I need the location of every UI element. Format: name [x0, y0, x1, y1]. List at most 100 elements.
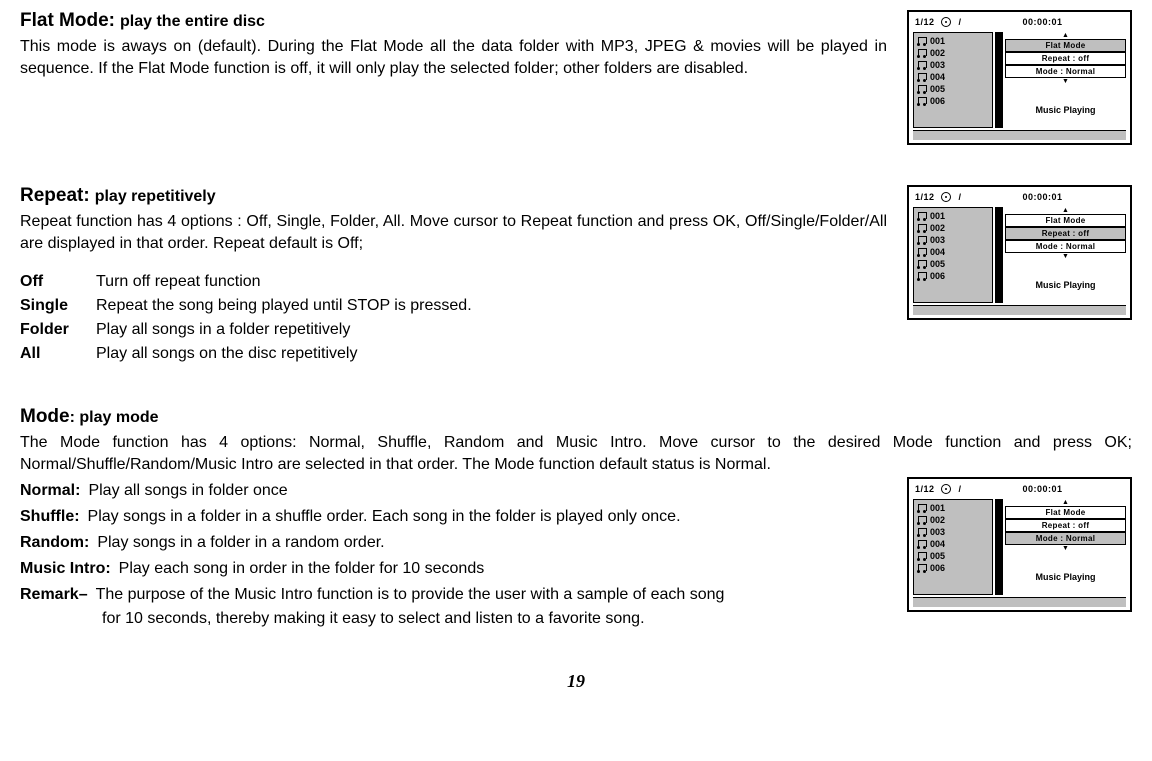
list-item[interactable]: 002 — [914, 514, 992, 526]
list-item[interactable]: 001 — [914, 210, 992, 222]
menu-repeat[interactable]: Repeat : off — [1005, 227, 1126, 240]
mode-option-label: Music Intro: — [20, 557, 111, 581]
mode-option-value: Play all songs in folder once — [88, 479, 287, 503]
progress-bar[interactable] — [913, 130, 1126, 140]
mode-option-value: Play songs in a folder in a shuffle orde… — [88, 505, 681, 529]
list-item[interactable]: 006 — [914, 95, 992, 107]
mode-options: Normal: Play all songs in folder onceShu… — [20, 477, 887, 631]
list-item[interactable]: 005 — [914, 258, 992, 270]
music-note-icon — [918, 85, 925, 94]
track-number: 001 — [930, 36, 945, 46]
music-note-icon — [918, 564, 925, 573]
arrow-up-icon[interactable]: ▲ — [1005, 32, 1126, 39]
list-item[interactable]: 004 — [914, 71, 992, 83]
mode-option-value: The purpose of the Music Intro function … — [96, 583, 725, 607]
music-note-icon — [918, 61, 925, 70]
track-number: 001 — [930, 211, 945, 221]
mode-option-value: Play songs in a folder in a random order… — [97, 531, 384, 555]
track-number: 003 — [930, 235, 945, 245]
status-text: Music Playing — [1005, 266, 1126, 303]
scrollbar[interactable] — [995, 499, 1003, 595]
mode-option-label: Shuffle: — [20, 505, 80, 529]
list-item[interactable]: 005 — [914, 550, 992, 562]
mode-option-value: Play each song in order in the folder fo… — [119, 557, 485, 581]
disc-icon — [941, 192, 951, 202]
track-list[interactable]: 001 002 003 004 — [913, 499, 993, 595]
repeat-options: Off Turn off repeat functionSingle Repea… — [20, 270, 887, 366]
option-value: Turn off repeat function — [96, 270, 887, 294]
music-note-icon — [918, 516, 925, 525]
list-item[interactable]: 005 — [914, 83, 992, 95]
menu-mode[interactable]: Mode : Normal — [1005, 240, 1126, 253]
list-item[interactable]: 003 — [914, 59, 992, 71]
mode-option-row: Remark– The purpose of the Music Intro f… — [20, 583, 887, 607]
flat-mode-text: Flat Mode: play the entire disc This mod… — [20, 10, 887, 79]
music-note-icon — [918, 528, 925, 537]
flat-mode-desc: This mode is aways on (default). During … — [20, 36, 887, 79]
track-number: 004 — [930, 72, 945, 82]
list-item[interactable]: 001 — [914, 35, 992, 47]
repeat-desc: Repeat function has 4 options : Off, Sin… — [20, 211, 887, 254]
option-value: Repeat the song being played until STOP … — [96, 294, 887, 318]
mode-option-row: Shuffle: Play songs in a folder in a shu… — [20, 505, 887, 529]
status-text: Music Playing — [1005, 91, 1126, 128]
mode-option-row: Music Intro: Play each song in order in … — [20, 557, 887, 581]
list-item[interactable]: 006 — [914, 270, 992, 282]
settings-menu: ▲ Flat Mode Repeat : off Mode : Normal ▼ — [1005, 32, 1126, 85]
music-note-icon — [918, 212, 925, 221]
list-item[interactable]: 006 — [914, 562, 992, 574]
disc-icon — [941, 17, 951, 27]
music-note-icon — [918, 260, 925, 269]
player-panel-2: 1/12 / 00:00:01 001 002 0 — [907, 185, 1132, 320]
menu-repeat[interactable]: Repeat : off — [1005, 519, 1126, 532]
player-panel-1: 1/12 / 00:00:01 001 002 0 — [907, 10, 1132, 145]
arrow-down-icon[interactable]: ▼ — [1005, 253, 1126, 260]
option-label: Off — [20, 270, 96, 294]
settings-menu: ▲ Flat Mode Repeat : off Mode : Normal ▼ — [1005, 207, 1126, 260]
list-item[interactable]: 004 — [914, 538, 992, 550]
music-note-icon — [918, 552, 925, 561]
track-number: 003 — [930, 527, 945, 537]
track-indicator: 1/12 — [915, 484, 935, 494]
track-number: 003 — [930, 60, 945, 70]
menu-repeat[interactable]: Repeat : off — [1005, 52, 1126, 65]
music-note-icon — [918, 73, 925, 82]
track-number: 002 — [930, 48, 945, 58]
menu-mode[interactable]: Mode : Normal — [1005, 65, 1126, 78]
list-item[interactable]: 002 — [914, 47, 992, 59]
player-header: 1/12 / 00:00:01 — [909, 12, 1130, 30]
track-number: 001 — [930, 503, 945, 513]
track-number: 006 — [930, 563, 945, 573]
music-note-icon — [918, 540, 925, 549]
arrow-up-icon[interactable]: ▲ — [1005, 207, 1126, 214]
mode-option-row: Random: Play songs in a folder in a rand… — [20, 531, 887, 555]
scrollbar[interactable] — [995, 32, 1003, 128]
music-note-icon — [918, 37, 925, 46]
menu-mode[interactable]: Mode : Normal — [1005, 532, 1126, 545]
progress-bar[interactable] — [913, 597, 1126, 607]
mode-desc: The Mode function has 4 options: Normal,… — [20, 432, 1132, 475]
option-value: Play all songs on the disc repetitively — [96, 342, 887, 366]
repeat-title: Repeat: play repetitively — [20, 185, 887, 207]
music-note-icon — [918, 49, 925, 58]
scrollbar[interactable] — [995, 207, 1003, 303]
list-item[interactable]: 004 — [914, 246, 992, 258]
arrow-down-icon[interactable]: ▼ — [1005, 545, 1126, 552]
menu-flat-mode[interactable]: Flat Mode — [1005, 214, 1126, 227]
list-item[interactable]: 003 — [914, 526, 992, 538]
music-note-icon — [918, 97, 925, 106]
track-indicator: 1/12 — [915, 17, 935, 27]
section-mode: Mode: play mode The Mode function has 4 … — [20, 406, 1132, 631]
menu-flat-mode[interactable]: Flat Mode — [1005, 506, 1126, 519]
arrow-down-icon[interactable]: ▼ — [1005, 78, 1126, 85]
list-item[interactable]: 002 — [914, 222, 992, 234]
progress-bar[interactable] — [913, 305, 1126, 315]
list-item[interactable]: 003 — [914, 234, 992, 246]
page-number: 19 — [20, 671, 1132, 692]
flat-mode-title: Flat Mode: play the entire disc — [20, 10, 887, 32]
menu-flat-mode[interactable]: Flat Mode — [1005, 39, 1126, 52]
track-list[interactable]: 001 002 003 004 — [913, 32, 993, 128]
track-list[interactable]: 001 002 003 004 — [913, 207, 993, 303]
list-item[interactable]: 001 — [914, 502, 992, 514]
arrow-up-icon[interactable]: ▲ — [1005, 499, 1126, 506]
